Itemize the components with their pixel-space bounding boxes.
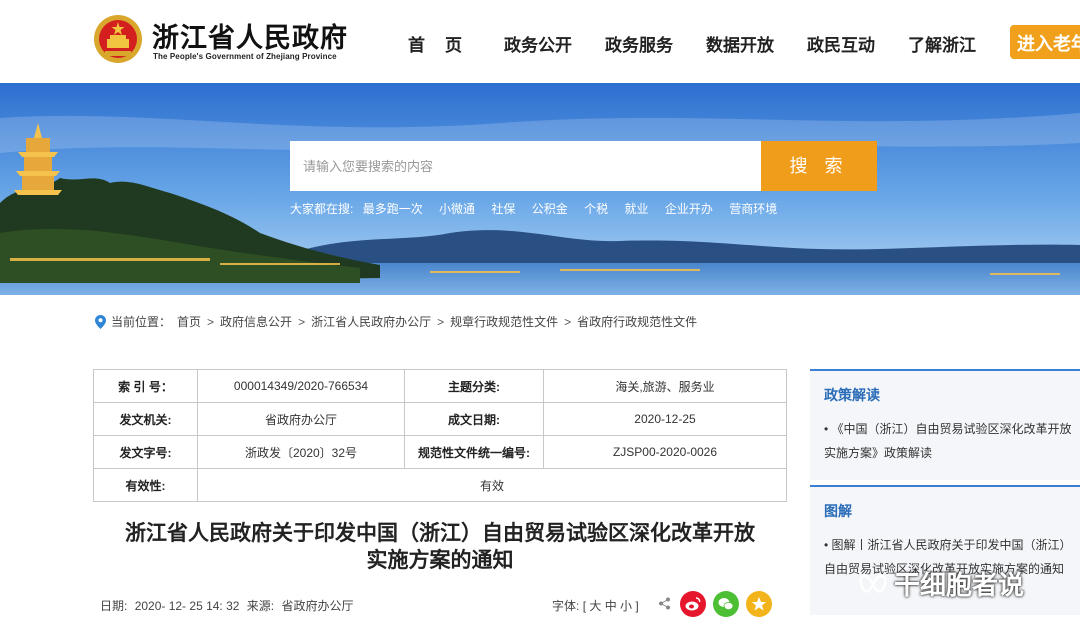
validity-value: 有效 — [197, 468, 787, 502]
search-button[interactable]: 搜 索 — [761, 141, 877, 191]
nav-open-data[interactable]: 数据开放 — [706, 31, 774, 56]
breadcrumb-item[interactable]: 政府信息公开 — [220, 313, 292, 330]
unified-no-value: ZJSP00-2020-0026 — [543, 435, 787, 469]
breadcrumb: 当前位置： 首页 > 政府信息公开 > 浙江省人民政府办公厅 > 规章行政规范性… — [95, 313, 697, 330]
site-subtitle: The People's Government of Zhejiang Prov… — [153, 52, 337, 61]
unified-no-label: 规范性文件统一编号: — [404, 435, 544, 469]
watermark-text: 干细胞者说 — [894, 570, 1025, 600]
hot-search-link[interactable]: 个税 — [584, 202, 608, 216]
nav-government-services[interactable]: 政务服务 — [605, 31, 673, 56]
hot-search-link[interactable]: 最多跑一次 — [363, 202, 423, 216]
font-size-control: 字体: [ 大 中 小 ] — [552, 597, 639, 614]
hot-searches-label: 大家都在搜: — [290, 202, 354, 216]
table-row: 索 引 号： 000014349/2020-766534 主题分类: 海关,旅游… — [93, 369, 787, 403]
document-title-line: 浙江省人民政府关于印发中国（浙江）自由贸易试验区深化改革开放 — [125, 522, 755, 545]
nav-home[interactable]: 首页 — [408, 31, 482, 56]
document-title-line: 实施方案的通知 — [366, 549, 514, 572]
document-meta-table: 索 引 号： 000014349/2020-766534 主题分类: 海关,旅游… — [93, 369, 787, 502]
index-no-value: 000014349/2020-766534 — [197, 369, 405, 403]
document-title: 浙江省人民政府关于印发中国（浙江）自由贸易试验区深化改革开放 实施方案的通知 — [93, 520, 787, 574]
search-box — [290, 141, 761, 191]
star-icon — [752, 597, 766, 611]
topic-label: 主题分类: — [404, 369, 544, 403]
hot-search-link[interactable]: 就业 — [624, 202, 648, 216]
bullet: • — [824, 538, 832, 552]
policy-interpretation-heading: 政策解读 — [824, 387, 880, 403]
location-pin-icon — [95, 314, 106, 329]
breadcrumb-item[interactable]: 首页 — [177, 313, 201, 330]
search-input[interactable] — [290, 141, 761, 191]
font-size-options[interactable]: [ 大 中 小 ] — [583, 599, 639, 613]
index-no-label: 索 引 号： — [93, 369, 198, 403]
policy-interpretation-text[interactable]: 《中国（浙江）自由贸易试验区深化改革开放实施方案》政策解读 — [824, 422, 1072, 460]
doc-no-label: 发文字号: — [93, 435, 198, 469]
share-icon[interactable] — [658, 597, 671, 610]
breadcrumb-label: 当前位置： — [111, 315, 172, 329]
hot-search-link[interactable]: 企业开办 — [665, 202, 713, 216]
breadcrumb-separator: > — [298, 314, 306, 329]
source-value: 省政府办公厅 — [281, 599, 354, 613]
nav-interaction[interactable]: 政民互动 — [807, 31, 875, 56]
font-size-label: 字体: — [552, 599, 580, 613]
bullet: • — [824, 422, 832, 436]
weibo-icon — [685, 597, 701, 611]
date-info-label: 日期: — [100, 599, 128, 613]
favorite-button[interactable] — [746, 591, 772, 617]
hot-search-link[interactable]: 社保 — [491, 202, 515, 216]
hot-search-link[interactable]: 小微通 — [439, 202, 475, 216]
site-header: 浙江省人民政府 The People's Government of Zheji… — [0, 0, 1080, 83]
site-title[interactable]: 浙江省人民政府 — [152, 16, 348, 55]
breadcrumb-item[interactable]: 浙江省人民政府办公厅 — [311, 313, 431, 330]
validity-label: 有效性: — [93, 468, 198, 502]
wechat-icon — [718, 598, 734, 610]
issuer-label: 发文机关: — [93, 402, 198, 436]
hero-banner: 搜 索 大家都在搜: 最多跑一次 小微通 社保 公积金 个税 就业 企业开办 营… — [0, 83, 1080, 295]
source-label: 来源: — [246, 599, 275, 613]
policy-interpretation-panel: 政策解读 • 《中国（浙江）自由贸易试验区深化改革开放实施方案》政策解读 — [810, 369, 1080, 480]
wechat-share-button[interactable] — [713, 591, 739, 617]
table-row: 发文机关: 省政府办公厅 成文日期: 2020-12-25 — [93, 402, 787, 436]
nav-about-zhejiang[interactable]: 了解浙江 — [908, 31, 976, 56]
date-value: 2020-12-25 — [543, 402, 787, 436]
hot-search-link[interactable]: 公积金 — [532, 202, 568, 216]
elder-mode-button[interactable]: 进入老年 — [1010, 25, 1080, 59]
date-label: 成文日期: — [404, 402, 544, 436]
national-emblem-icon[interactable] — [93, 14, 143, 64]
table-row: 有效性: 有效 — [93, 468, 787, 502]
topic-value: 海关,旅游、服务业 — [543, 369, 787, 403]
policy-interpretation-link[interactable]: • 《中国（浙江）自由贸易试验区深化改革开放实施方案》政策解读 — [824, 417, 1074, 465]
issuer-value: 省政府办公厅 — [197, 402, 405, 436]
breadcrumb-separator: > — [564, 314, 572, 329]
nav-government-affairs[interactable]: 政务公开 — [504, 31, 572, 56]
doc-no-value: 浙政发〔2020〕32号 — [197, 435, 405, 469]
breadcrumb-item[interactable]: 规章行政规范性文件 — [450, 313, 558, 330]
hot-searches: 大家都在搜: 最多跑一次 小微通 社保 公积金 个税 就业 企业开办 营商环境 — [290, 200, 790, 217]
table-row: 发文字号: 浙政发〔2020〕32号 规范性文件统一编号: ZJSP00-202… — [93, 435, 787, 469]
breadcrumb-separator: > — [207, 314, 215, 329]
wechat-channel-icon — [859, 574, 887, 593]
breadcrumb-separator: > — [437, 314, 445, 329]
publish-date: 2020- 12- 25 14: 32 — [134, 599, 240, 613]
breadcrumb-item[interactable]: 省政府行政规范性文件 — [577, 313, 697, 330]
watermark: 干细胞者说 — [858, 565, 1024, 602]
hot-search-link[interactable]: 营商环境 — [729, 202, 777, 216]
weibo-share-button[interactable] — [680, 591, 706, 617]
graphic-interpretation-heading: 图解 — [824, 503, 852, 519]
document-info: 日期: 2020- 12- 25 14: 32 来源: 省政府办公厅 — [100, 597, 357, 614]
